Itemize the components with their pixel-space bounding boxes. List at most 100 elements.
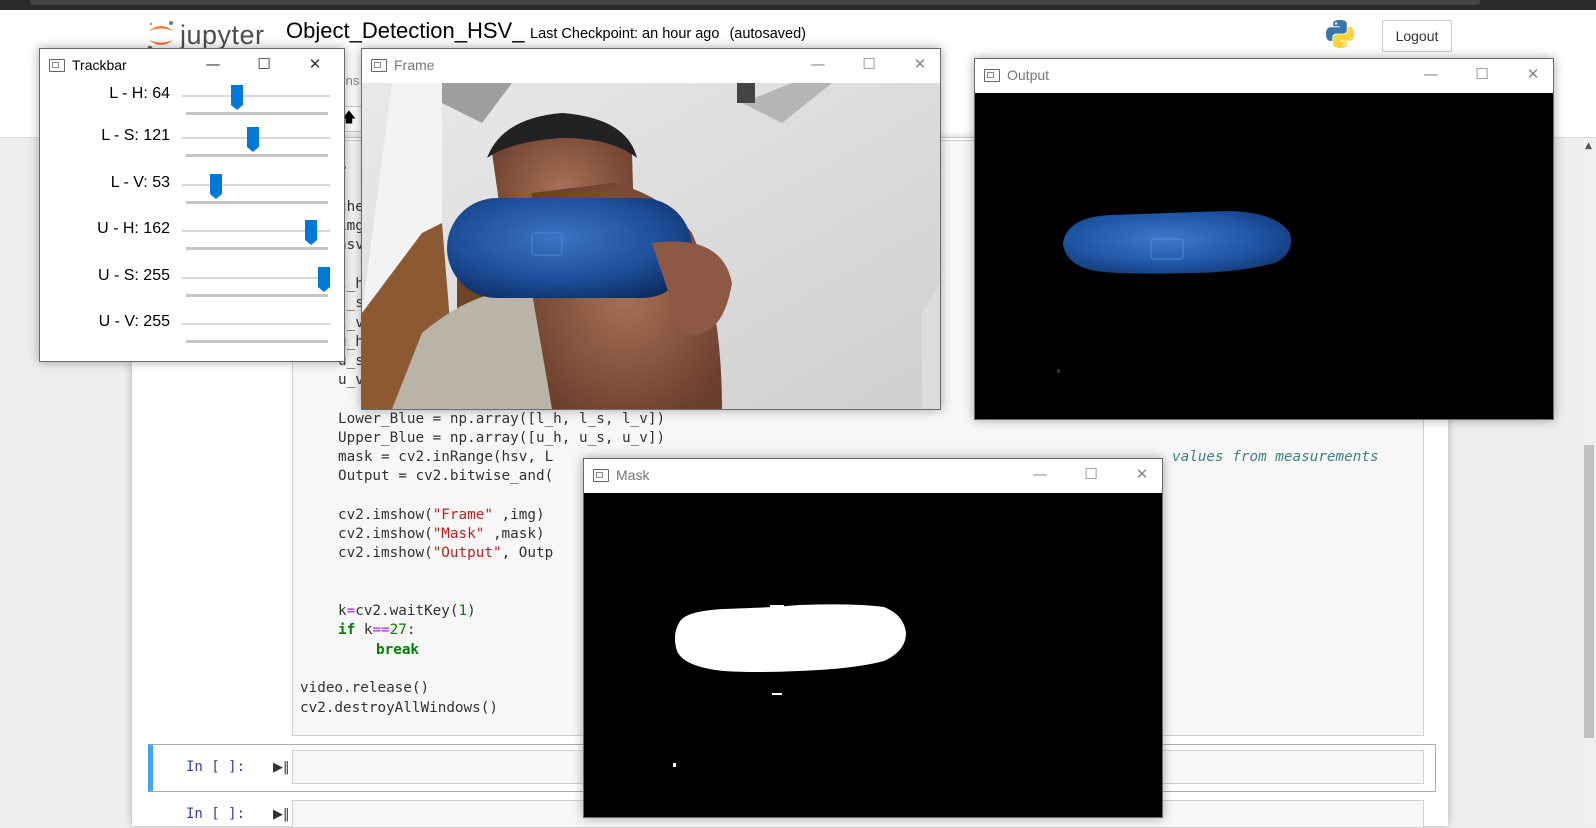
cell-prompt: In [ ]: (186, 806, 246, 822)
camera-frame-image (362, 83, 940, 409)
close-icon[interactable]: ✕ (1132, 464, 1152, 484)
code-token: ,mask) (484, 526, 545, 542)
code-string: "Output" (432, 545, 502, 561)
trackbar-thumb[interactable] (318, 267, 330, 292)
jupyter-logo-text: jupyter (180, 19, 265, 50)
frame-window-title: Frame (394, 57, 435, 73)
trackbar-window-title: Trackbar (72, 57, 127, 73)
trackbar-thumb[interactable] (230, 85, 243, 110)
close-icon[interactable]: ✕ (1523, 64, 1543, 84)
close-icon[interactable]: ✕ (910, 54, 930, 74)
code-line-destroy: cv2.destroyAllWindows() (300, 700, 498, 716)
checkpoint-status: Last Checkpoint: an hour ago (autosaved) (530, 26, 806, 42)
trackbar-window-titlebar[interactable]: Trackbar — ☐ ✕ (40, 49, 344, 82)
code-token: , Outp (501, 545, 554, 561)
run-cell-icon[interactable]: ▶‖ (273, 807, 290, 822)
trackbar-label: U - S: 255 (97, 267, 170, 284)
code-token: cv2.imshow( (338, 526, 433, 542)
trackbar-thumb[interactable] (210, 174, 223, 199)
trackbar-track[interactable] (182, 95, 330, 97)
close-icon[interactable]: ✕ (305, 54, 325, 74)
code-number: 27 (389, 622, 407, 638)
code-line-release: video.release() (300, 680, 430, 696)
trackbar-row: U - V: 255 (40, 311, 344, 355)
address-bar[interactable] (30, 0, 1480, 5)
code-line-if: if k==27: (338, 622, 415, 638)
jupyter-logo[interactable]: jupyter (146, 18, 265, 52)
trackbar-tick-line (186, 154, 328, 157)
maximize-icon[interactable]: ☐ (859, 54, 879, 74)
code-string: "Frame" (432, 507, 493, 523)
mask-image (584, 493, 1162, 817)
trackbar-track[interactable] (182, 323, 330, 325)
trackbar-thumb[interactable] (246, 127, 259, 152)
trackbar-row: L - V: 53 (40, 172, 344, 216)
trackbar-window[interactable]: Trackbar — ☐ ✕ L - H: 64 L - S: 121 L - V:… (39, 48, 345, 362)
frame-window[interactable]: Frame — ☐ ✕ (361, 48, 941, 410)
trackbar-row: U - S: 255 (40, 265, 344, 309)
maximize-icon[interactable]: ☐ (1081, 464, 1101, 484)
code-partial-line: u_v (338, 372, 364, 388)
code-line-upper-blue: Upper_Blue = np.array([u_h, u_s, u_v]) (338, 430, 666, 446)
output-window-titlebar[interactable]: Output — ☐ ✕ (975, 59, 1553, 92)
trackbar-track[interactable] (182, 184, 330, 186)
maximize-icon[interactable]: ☐ (254, 54, 274, 74)
frame-window-titlebar[interactable]: Frame — ☐ ✕ (362, 49, 940, 82)
output-detected-object (1057, 211, 1291, 373)
notebook-name[interactable]: Object_Detection_HSV_ (286, 18, 524, 44)
scrollbar-thumb[interactable] (1584, 445, 1594, 738)
browser-tab-strip (0, 0, 1596, 10)
minimize-icon[interactable]: — (1030, 464, 1050, 484)
mask-window-title: Mask (616, 467, 650, 483)
window-app-icon (371, 59, 387, 72)
code-comment-values: values from measurements (1172, 449, 1379, 465)
mask-window[interactable]: Mask — ☐ ✕ (583, 458, 1163, 818)
autosave-status: (autosaved) (729, 26, 807, 42)
code-line-imshow-mask: cv2.imshow("Mask" ,mask) (338, 526, 545, 542)
trackbar-track[interactable] (182, 277, 330, 279)
trackbar-label: L - S: 121 (101, 127, 170, 144)
trackbar-tick-line (186, 340, 328, 343)
code-string: "Mask" (432, 526, 485, 542)
output-image (975, 93, 1553, 419)
minimize-icon[interactable]: — (1421, 64, 1441, 84)
code-token: ) (467, 603, 476, 619)
run-cell-icon[interactable]: ▶‖ (273, 760, 290, 775)
trackbar-label: U - H: 162 (97, 220, 170, 237)
trackbar-row: U - H: 162 (40, 218, 344, 262)
code-token: cv2.imshow( (338, 545, 433, 561)
jupyter-logo-icon (147, 21, 173, 51)
code-token: : (406, 622, 416, 638)
window-app-icon (984, 69, 1000, 82)
window-app-icon (49, 59, 65, 72)
trackbar-row: L - S: 121 (40, 125, 344, 169)
code-token: ,img) (492, 507, 545, 523)
output-window-title: Output (1007, 67, 1050, 83)
code-line-output: Output = cv2.bitwise_and( (338, 468, 554, 484)
code-line-mask: mask = cv2.inRange(hsv, L (338, 449, 554, 465)
maximize-icon[interactable]: ☐ (1472, 64, 1492, 84)
trackbar-tick-line (186, 247, 328, 250)
code-line-imshow-frame: cv2.imshow("Frame" ,img) (338, 507, 545, 523)
output-window[interactable]: Output — ☐ ✕ (974, 58, 1554, 420)
code-operator: == (372, 622, 390, 638)
python-logo-icon (1324, 18, 1356, 54)
code-line-lower-blue: Lower_Blue = np.array([l_h, l_s, l_v]) (338, 411, 666, 427)
scroll-up-arrow-icon[interactable]: ▲ (1585, 141, 1592, 151)
trackbar-tick-line (186, 201, 328, 204)
minimize-icon[interactable]: — (808, 54, 828, 74)
trackbar-tick-line (186, 294, 328, 297)
trackbar-label: L - H: 64 (109, 85, 170, 102)
trackbar-label: U - V: 255 (98, 313, 170, 330)
minimize-icon[interactable]: — (203, 54, 223, 74)
trackbar-row: L - H: 64 (40, 83, 344, 127)
code-number: 1 (458, 603, 468, 619)
trackbar-thumb[interactable] (305, 220, 318, 245)
mask-window-titlebar[interactable]: Mask — ☐ ✕ (584, 459, 1162, 492)
code-line-imshow-output: cv2.imshow("Output", Outp (338, 545, 553, 561)
logout-button[interactable]: Logout (1382, 20, 1452, 52)
code-token: cv2.imshow( (338, 507, 433, 523)
code-line-break: break (376, 642, 420, 658)
code-token: cv2.waitKey( (355, 603, 459, 619)
code-operator: = (346, 603, 356, 619)
